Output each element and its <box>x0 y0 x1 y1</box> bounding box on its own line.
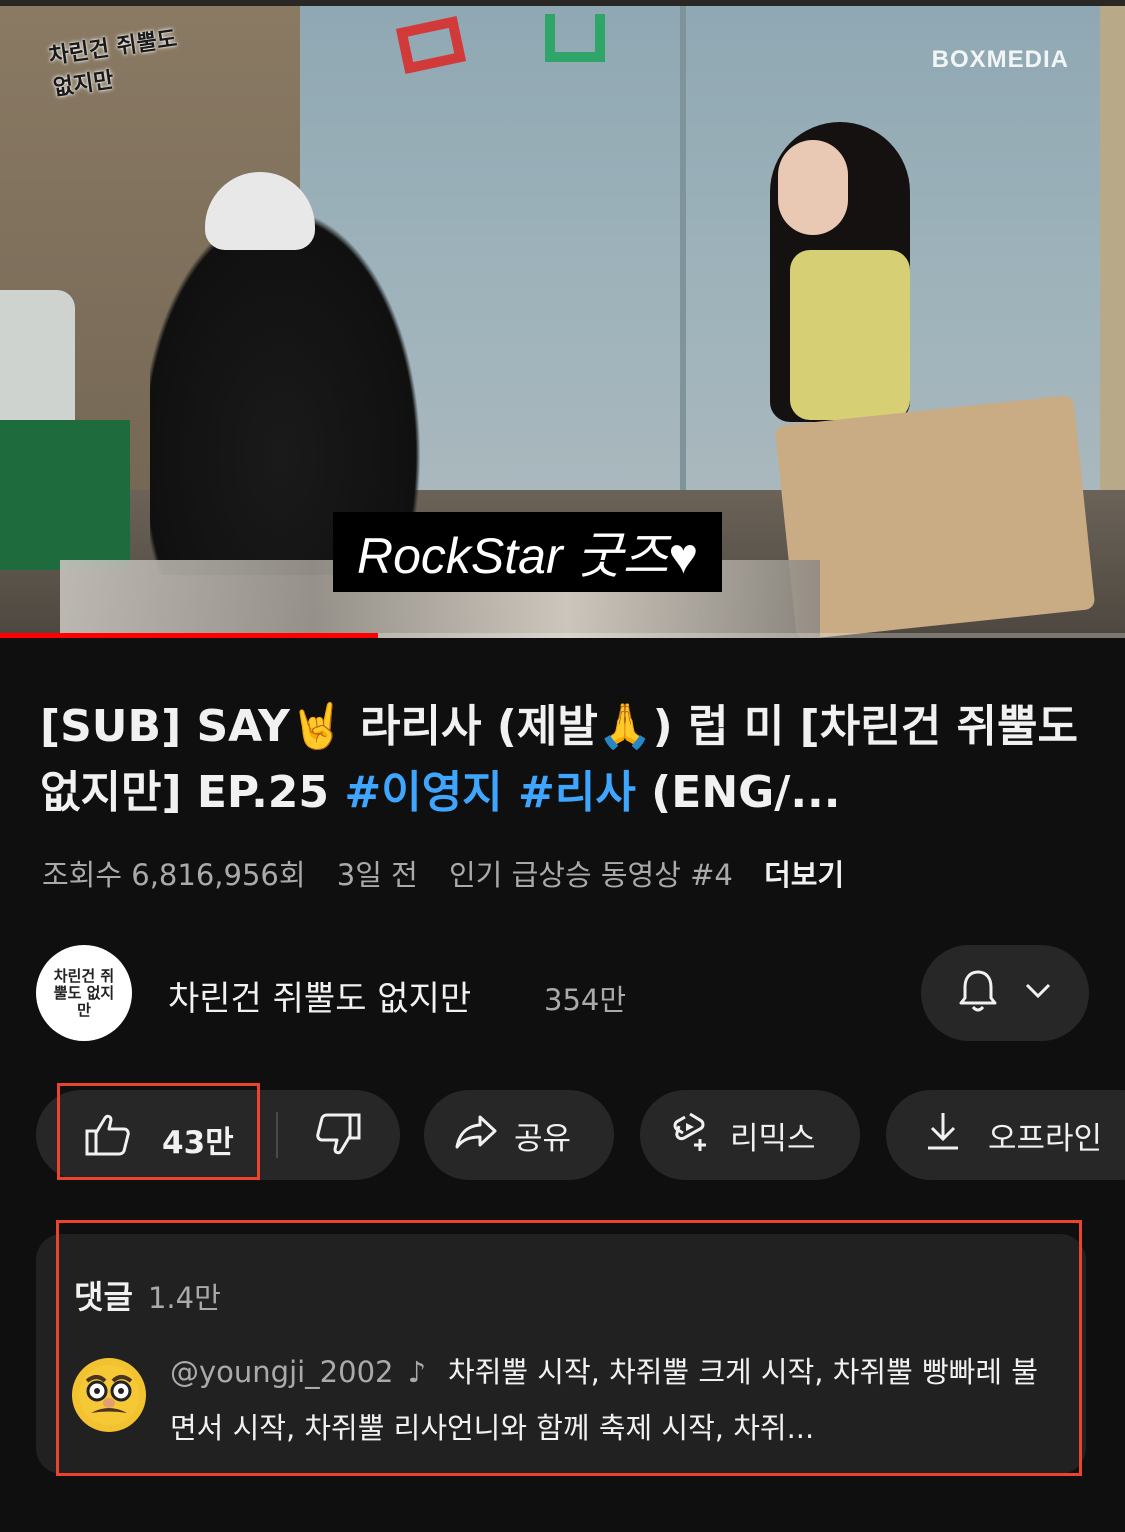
view-count: 조회수 6,816,956회 <box>42 858 306 892</box>
comments-label: 댓글 <box>74 1278 133 1316</box>
hashtag-link[interactable]: #리사 <box>518 767 636 818</box>
comments-section[interactable]: 댓글 1.4만 @youngji_2002 ♪ 차쥐뿔 시작, 차쥐뿔 크게 시작,… <box>36 1234 1086 1474</box>
like-divider <box>276 1112 278 1158</box>
video-title[interactable]: [SUB] SAY🤘 라리사 (제발🙏) 럽 미 [차린건 쥐뿔도 없지만] E… <box>40 694 1080 826</box>
download-label: 오프라인 <box>988 1120 1103 1157</box>
video-frame-tape <box>545 14 605 62</box>
like-count: 43만 <box>162 1124 234 1161</box>
show-logo-text: 차린건 쥐뿔도 없지만 <box>47 25 179 102</box>
remix-button[interactable]: 리믹스 <box>640 1090 860 1180</box>
upload-age: 3일 전 <box>336 858 418 892</box>
disguise-face-icon <box>79 1365 139 1425</box>
video-frame-person <box>790 250 910 420</box>
share-button[interactable]: 공유 <box>424 1090 614 1180</box>
thumbs-up-icon <box>84 1113 132 1165</box>
music-note-icon: ♪ <box>407 1355 427 1389</box>
remix-icon <box>670 1109 714 1161</box>
video-player[interactable]: 차린건 쥐뿔도 없지만 BOXMEDIA RockStar 굿즈♥ <box>0 0 1125 638</box>
channel-row[interactable]: 차린건 쥐뿔도 없지만 차린건 쥐뿔도 없지만 354만 <box>36 945 1096 1041</box>
channel-avatar[interactable]: 차린건 쥐뿔도 없지만 <box>36 945 132 1041</box>
dislike-button[interactable] <box>314 1112 362 1166</box>
bell-icon <box>958 968 998 1018</box>
hashtag-link[interactable]: #이영지 <box>344 767 502 818</box>
video-frame-person <box>778 140 848 235</box>
video-frame-cooler <box>0 420 130 570</box>
trending-rank: 인기 급상승 동영상 #4 <box>449 858 733 892</box>
like-dislike-group: 43만 <box>36 1090 400 1180</box>
share-label: 공유 <box>514 1120 572 1157</box>
like-button[interactable]: 43만 <box>84 1113 234 1165</box>
commenter-avatar[interactable] <box>72 1358 146 1432</box>
download-button[interactable]: 오프라인 <box>886 1090 1125 1180</box>
video-frame-cooler <box>0 290 75 440</box>
video-frame-bag <box>774 394 1096 638</box>
comment-author[interactable]: @youngji_2002 <box>170 1355 394 1389</box>
chevron-down-icon <box>1024 982 1052 1004</box>
share-icon <box>454 1113 498 1157</box>
download-icon <box>926 1111 960 1159</box>
comments-count: 1.4만 <box>147 1281 221 1315</box>
channel-name[interactable]: 차린건 쥐뿔도 없지만 <box>168 971 471 1020</box>
action-bar: 43만 공유 리믹스 오프라인 <box>36 1090 1125 1180</box>
video-meta[interactable]: 조회수 6,816,956회 3일 전 인기 급상승 동영상 #4 더보기 <box>42 852 844 894</box>
video-title-ellipsis: (ENG/... <box>635 767 841 818</box>
video-info-panel: [SUB] SAY🤘 라리사 (제발🙏) 럽 미 [차린건 쥐뿔도 없지만] E… <box>0 638 1125 1532</box>
broadcaster-watermark: BOXMEDIA <box>931 46 1069 73</box>
subscriber-count: 354만 <box>544 983 627 1017</box>
comments-header: 댓글 1.4만 <box>74 1272 221 1318</box>
channel-avatar-text: 차린건 쥐뿔도 없지만 <box>53 966 115 1019</box>
remix-label: 리믹스 <box>730 1120 816 1157</box>
top-comment[interactable]: @youngji_2002 ♪ 차쥐뿔 시작, 차쥐뿔 크게 시작, 차쥐뿔 빵빠레… <box>170 1344 1050 1456</box>
thumbs-down-icon <box>314 1113 362 1166</box>
video-subtitle: RockStar 굿즈♥ <box>333 512 723 592</box>
notification-button[interactable] <box>921 945 1089 1041</box>
more-link[interactable]: 더보기 <box>764 858 844 892</box>
